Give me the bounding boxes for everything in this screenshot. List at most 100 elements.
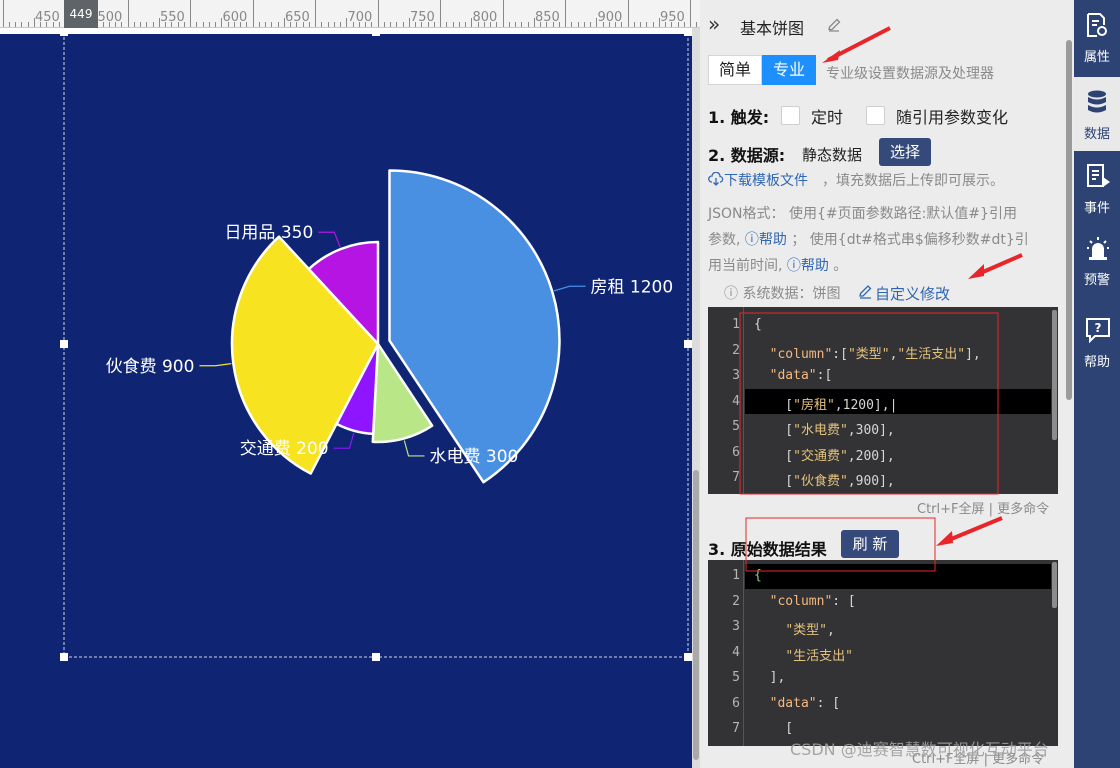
ruler-label: 950 [660,10,685,25]
ruler-tick [252,0,254,27]
ruler-tick [583,22,585,27]
csdn-watermark: CSDN @迪赛智慧数可视化互动平台 [790,740,1049,759]
ruler-label: 450 [35,10,60,25]
pie-chart[interactable]: 房租 1200 水电费 300 交通费 200 伙食费 900 日用品 350 [0,34,692,768]
resize-handle[interactable] [684,340,692,348]
ruler-tick [440,0,441,27]
ruler-label: 700 [347,10,373,25]
tab-alarm-label: 预警 [1083,273,1110,288]
ruler-tick [402,22,404,27]
resize-handle[interactable] [60,34,68,36]
slice-label: 伙食费 900 [106,357,195,377]
ruler-tick [452,22,454,27]
annotation-box [739,312,999,495]
ruler-label: 850 [535,10,560,25]
ruler-label: 900 [597,10,623,25]
ruler-tick [565,0,566,27]
alarm-icon [1087,237,1109,260]
ruler-tick [646,22,648,27]
label-leader-line [318,231,341,248]
ruler-tick [321,22,323,27]
tab-data-label: 数据 [1083,127,1110,142]
resize-handle[interactable] [60,340,68,348]
ruler-tick [640,22,641,27]
ruler-tick [127,0,129,27]
resize-handle[interactable] [684,653,692,661]
ruler-tick [690,0,691,27]
ruler-tick [696,22,698,27]
ruler-tick [258,22,260,27]
ruler-tick [265,22,266,27]
ruler-label: 500 [97,10,123,25]
horizontal-ruler: 450 500 550 600 650 700 750 800 850 900 950 [0,0,700,28]
ruler-tick [396,22,398,27]
ruler-tick [577,22,579,27]
ruler-tick [515,22,516,27]
ruler-label: 550 [160,10,185,25]
ruler-tick [446,22,448,27]
ruler-tick [627,0,629,27]
red-annotations [739,26,1023,572]
properties-icon [1087,13,1107,37]
ruler-tick [465,22,466,27]
annotation-arrow [943,516,1003,544]
ruler-tick [633,22,635,27]
annotation-box [745,517,936,572]
tab-help-label: 帮助 [1083,355,1110,370]
ruler-label: 750 [410,10,435,25]
ruler-tick [27,22,29,27]
label-leader-line [553,285,586,292]
ruler-tick [390,22,391,27]
ruler-tick [215,22,216,27]
tab-alarm[interactable]: 预警 [1074,223,1120,295]
data-panel: » 基本饼图 简单 专业 专业级设置数据源及处理器 1. 触发: 定时 随引用参… [700,0,1074,768]
canvas-scrollbar-thumb[interactable] [693,470,699,760]
label-leader-line [333,432,355,449]
ruler-tick [340,22,341,27]
resize-handle[interactable] [372,34,380,36]
ruler-tick [527,22,529,27]
ruler-tick [571,22,573,27]
ruler-tick [15,22,16,27]
right-tab-bar: 属性 数据 事件 预警 ? 帮助 [1074,0,1120,768]
resize-handle[interactable] [60,653,68,661]
tab-help[interactable]: ? 帮助 [1074,305,1120,377]
ruler-tick [315,0,316,27]
slice-label: 日用品 350 [224,223,313,243]
event-icon [1087,164,1110,187]
tab-properties[interactable]: 属性 [1074,0,1120,72]
ruler-tick [277,22,279,27]
ruler-tick [8,22,10,27]
ruler-tick [590,22,591,27]
resize-handle[interactable] [684,34,692,36]
ruler-tick [271,22,273,27]
ruler-tick [146,22,148,27]
ruler-tick [21,22,23,27]
slice-label: 房租 1200 [590,277,673,297]
tab-properties-label: 属性 [1083,50,1110,65]
resize-handle[interactable] [372,653,380,661]
ruler-tick [140,22,141,27]
ruler-position-marker: 449 [64,0,98,28]
ruler-tick [202,22,204,27]
label-leader-line [403,440,425,457]
tab-events[interactable]: 事件 [1074,151,1120,223]
canvas-area[interactable]: 450 500 550 600 650 700 750 800 850 900 950 449 房租… [0,0,700,768]
ruler-tick [377,0,379,27]
ruler-tick [508,22,510,27]
ruler-label: 600 [222,10,248,25]
tab-events-label: 事件 [1083,201,1110,216]
ruler-tick [133,22,135,27]
ruler-tick [521,22,523,27]
ruler-tick [502,0,504,27]
tab-data[interactable]: 数据 [1074,77,1120,151]
ruler-tick [190,0,191,27]
ruler-tick [652,22,654,27]
ruler-tick [152,22,154,27]
ruler-tick [333,22,335,27]
ruler-tick [196,22,198,27]
ruler-tick [2,0,4,27]
help-icon: ? [1086,318,1110,343]
ruler-tick [327,22,329,27]
chart-stage[interactable]: 房租 1200 水电费 300 交通费 200 伙食费 900 日用品 350 [0,34,692,768]
